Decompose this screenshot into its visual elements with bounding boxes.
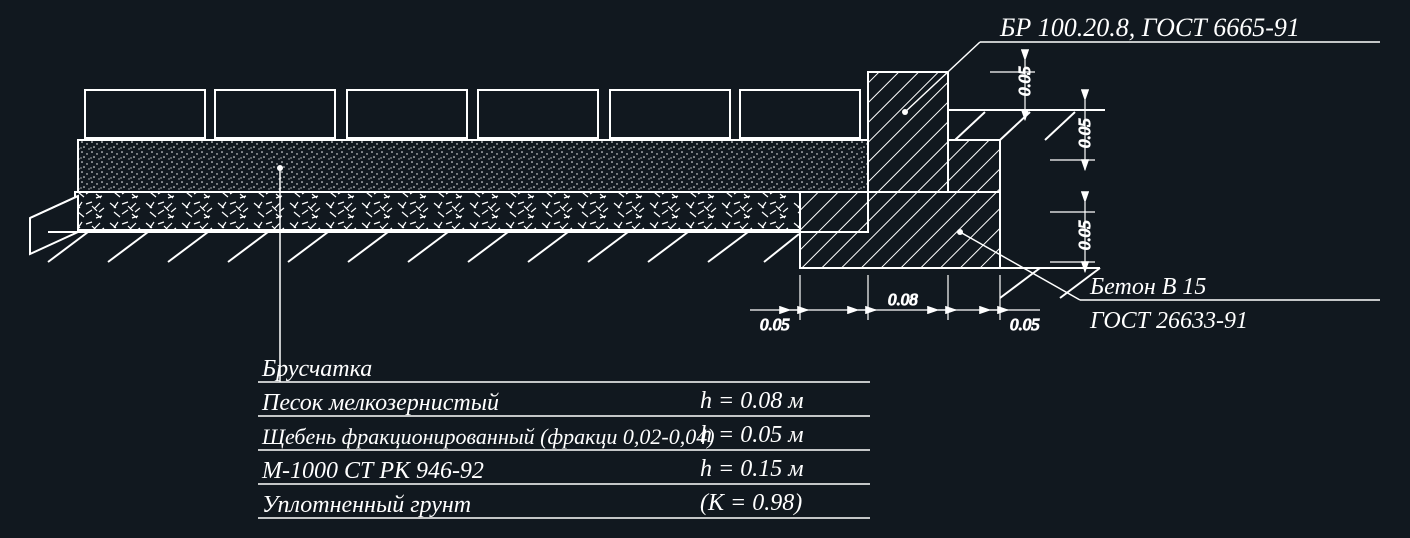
label-curb: БР 100.20.8, ГОСТ 6665-91 bbox=[999, 13, 1300, 42]
pavement-section-diagram: БР 100.20.8, ГОСТ 6665-91 Бетон В 15 ГОС… bbox=[0, 0, 1410, 538]
label-concrete-1: Бетон В 15 bbox=[1089, 274, 1206, 300]
dim-bottom-mid: 0.08 bbox=[888, 290, 918, 309]
section-drawing bbox=[30, 72, 1105, 298]
legend-row1-label: Брусчатка bbox=[261, 356, 372, 382]
dim-right-2: 0.05 bbox=[1075, 220, 1094, 250]
legend-row4-value: h = 0.15 м bbox=[700, 456, 804, 482]
legend-row3-value: h = 0.05 м bbox=[700, 422, 804, 448]
legend-table: Брусчатка Песок мелкозернистый h = 0.08 … bbox=[258, 356, 870, 518]
dim-top-gap: 0.05 bbox=[1015, 66, 1034, 96]
legend-row2-value: h = 0.08 м bbox=[700, 388, 804, 414]
curb-block bbox=[868, 72, 948, 192]
legend-row4-label: М-1000 СТ РК 946-92 bbox=[261, 458, 484, 484]
legend-row3-label: Щебень фракционированный (фракци 0,02-0,… bbox=[261, 424, 715, 449]
paver-blocks bbox=[85, 90, 860, 138]
dim-bottom-right: 0.05 bbox=[1010, 315, 1040, 334]
legend-row5-value: (K = 0.98) bbox=[700, 490, 802, 516]
gravel-layer bbox=[75, 192, 868, 230]
legend-row2-label: Песок мелкозернистый bbox=[261, 390, 499, 416]
ground-hatch-left bbox=[48, 232, 799, 262]
label-concrete-2: ГОСТ 26633-91 bbox=[1089, 308, 1248, 334]
dim-bottom-left: 0.05 bbox=[760, 315, 790, 334]
legend-row5-label: Уплотненный грунт bbox=[262, 492, 471, 518]
sand-layer bbox=[78, 140, 868, 192]
dim-right-1: 0.05 bbox=[1075, 118, 1094, 148]
